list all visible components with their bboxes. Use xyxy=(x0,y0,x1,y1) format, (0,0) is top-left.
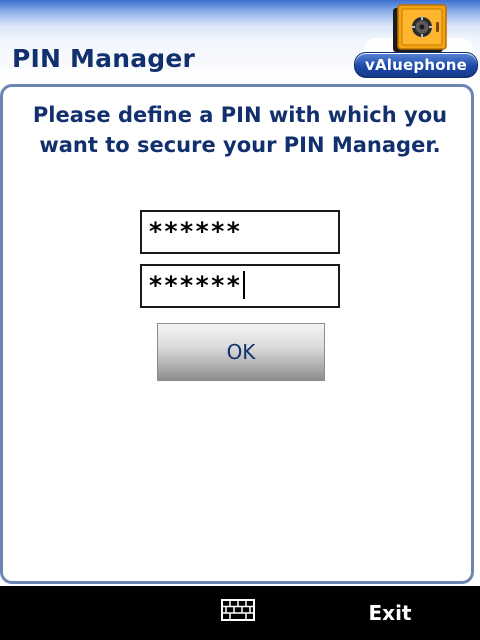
softkey-bar: Exit xyxy=(0,586,480,640)
brand-badge: vAluephone xyxy=(354,52,478,78)
pin-confirm-text: ****** xyxy=(148,271,242,300)
valuephone-logo: vAluephone xyxy=(350,2,478,80)
exit-softkey[interactable]: Exit xyxy=(350,600,430,626)
title-bar: PIN Manager vAluephone xyxy=(0,0,480,82)
safe-icon xyxy=(393,4,447,52)
ok-button[interactable]: OK xyxy=(157,323,325,381)
pin-confirm-input-value: ****** xyxy=(148,269,246,303)
pin-confirm-input[interactable]: ****** xyxy=(140,264,340,308)
pin-input[interactable]: ****** xyxy=(140,210,340,254)
text-caret xyxy=(243,271,246,299)
pin-input-value: ****** xyxy=(148,217,242,246)
prompt-text: Please define a PIN with which you want … xyxy=(32,103,448,157)
keyboard-icon[interactable] xyxy=(221,599,255,621)
app-title: PIN Manager xyxy=(12,44,196,73)
brand-name: vAluephone xyxy=(365,56,467,74)
